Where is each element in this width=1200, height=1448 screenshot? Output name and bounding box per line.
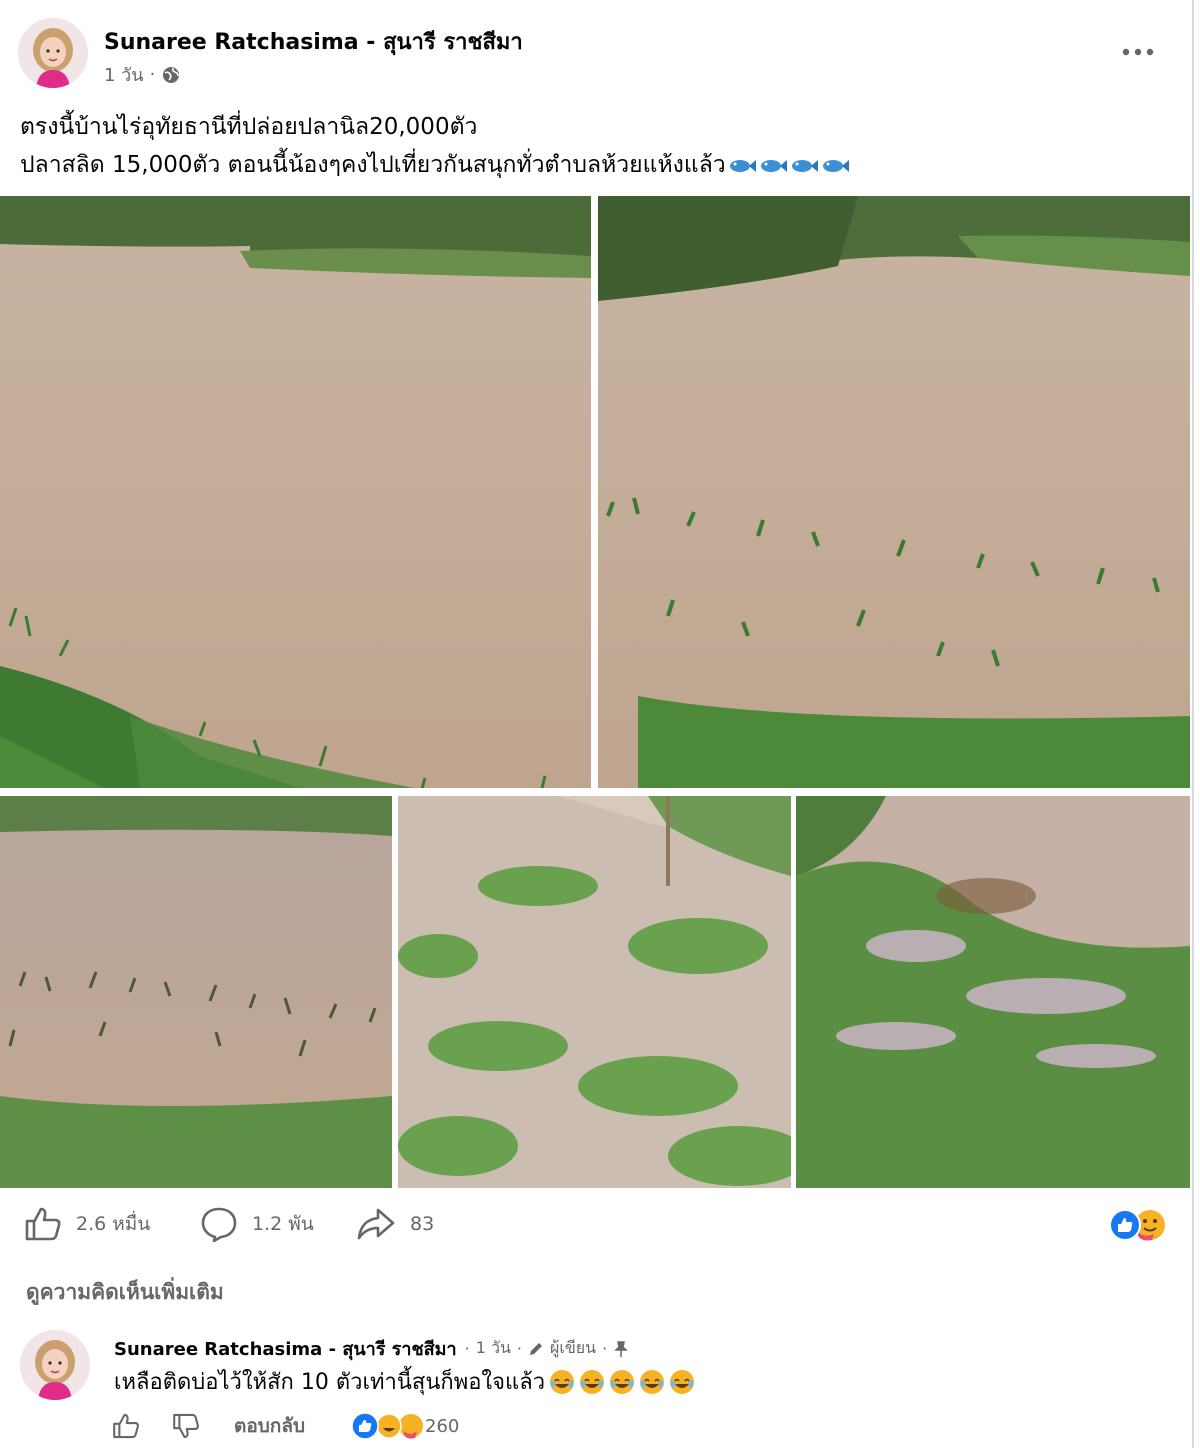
post-text: ตรงนี้บ้านไร่อุทัยธานีที่ปล่อยปลานิล20,0… [20,108,1170,184]
like-count: 2.6 หมื่น [76,1213,151,1235]
comment-header: Sunaree Ratchasima - สุนารี ราชสีมา · 1 … [114,1334,629,1363]
comment-like-button[interactable] [112,1412,140,1440]
post-text-line-2-text: ปลาสลิด 15,000ตัว ตอนนี้น้องๆคงไปเที่ยวก… [20,152,726,178]
author-avatar[interactable] [18,18,88,88]
like-reaction-icon [1109,1209,1141,1241]
reactions-summary[interactable] [1108,1208,1168,1242]
laughing-icon [610,1369,635,1394]
like-reaction-icon [351,1412,379,1440]
globe-icon[interactable] [161,65,181,85]
post-author-name[interactable]: Sunaree Ratchasima - สุนารี ราชสีมา [104,24,523,59]
thumbs-down-icon [173,1413,199,1439]
ellipsis-icon [1122,48,1154,56]
flooded-pond-photo-3[interactable] [0,796,392,1188]
flooded-field-photo-5[interactable] [796,796,1190,1188]
post-card: Sunaree Ratchasima - สุนารี ราชสีมา 1 วั… [0,0,1194,1448]
care-reaction-icon [399,1414,424,1439]
meta-separator: · [516,1339,522,1358]
laughing-icon [550,1369,575,1394]
comment-button[interactable]: 1.2 พัน [200,1204,314,1244]
comment-actions: ตอบกลับ 260 [112,1406,459,1446]
flooded-grass-photo-4[interactable] [398,796,791,1188]
comment-reaction-count: 260 [425,1415,460,1437]
comment-author-name[interactable]: Sunaree Ratchasima - สุนารี ราชสีมา [114,1334,457,1363]
comment-icon [201,1207,237,1242]
more-options-button[interactable] [1114,36,1162,68]
thumbs-up-icon [25,1207,61,1241]
pin-icon [614,1340,628,1357]
author-badge: ผู้เขียน [550,1338,597,1357]
comment-reactions[interactable]: 260 [349,1411,459,1441]
share-button[interactable]: 83 [356,1204,434,1244]
laughing-icon [670,1369,695,1394]
meta-separator: · [464,1339,470,1358]
post-text-line-2: ปลาสลิด 15,000ตัว ตอนนี้น้องๆคงไปเที่ยวก… [20,146,1170,184]
share-icon [357,1208,395,1240]
post-time[interactable]: 1 วัน [104,60,144,89]
fish-icon [822,159,849,172]
laughing-icon [376,1413,402,1439]
comment-author-avatar[interactable] [20,1330,90,1400]
flooded-pond-photo-1[interactable] [0,196,591,788]
comment-text: เหลือติดบ่อไว้ให้สัก 10 ตัวเท่านี้สุนก็พ… [114,1364,695,1399]
fish-icon [729,159,756,172]
pencil-icon [530,1342,542,1355]
comment-reaction-icons [351,1412,424,1440]
reply-button[interactable]: ตอบกลับ [234,1411,305,1441]
view-more-comments-link[interactable]: ดูความคิดเห็นเพิ่มเติม [26,1276,224,1309]
fish-icon [760,159,787,172]
laughing-icon [580,1369,605,1394]
post-meta: 1 วัน · [104,60,181,89]
meta-separator: · [149,64,156,85]
comment-time[interactable]: 1 วัน [476,1336,511,1361]
flooded-pond-photo-2[interactable] [598,196,1190,788]
laughing-icon [640,1369,665,1394]
post-text-line-1: ตรงนี้บ้านไร่อุทัยธานีที่ปล่อยปลานิล20,0… [20,114,478,140]
thumbs-up-icon [113,1413,139,1439]
comment-dislike-button[interactable] [172,1412,200,1440]
meta-separator: · [602,1339,608,1358]
comment-meta: · 1 วัน · ผู้เขียน · [465,1336,630,1361]
like-button[interactable]: 2.6 หมื่น [24,1204,150,1244]
fish-icon [791,159,818,172]
comment-count: 1.2 พัน [252,1213,314,1235]
comment-text-body: เหลือติดบ่อไว้ให้สัก 10 ตัวเท่านี้สุนก็พ… [114,1370,546,1395]
share-count: 83 [410,1213,435,1235]
